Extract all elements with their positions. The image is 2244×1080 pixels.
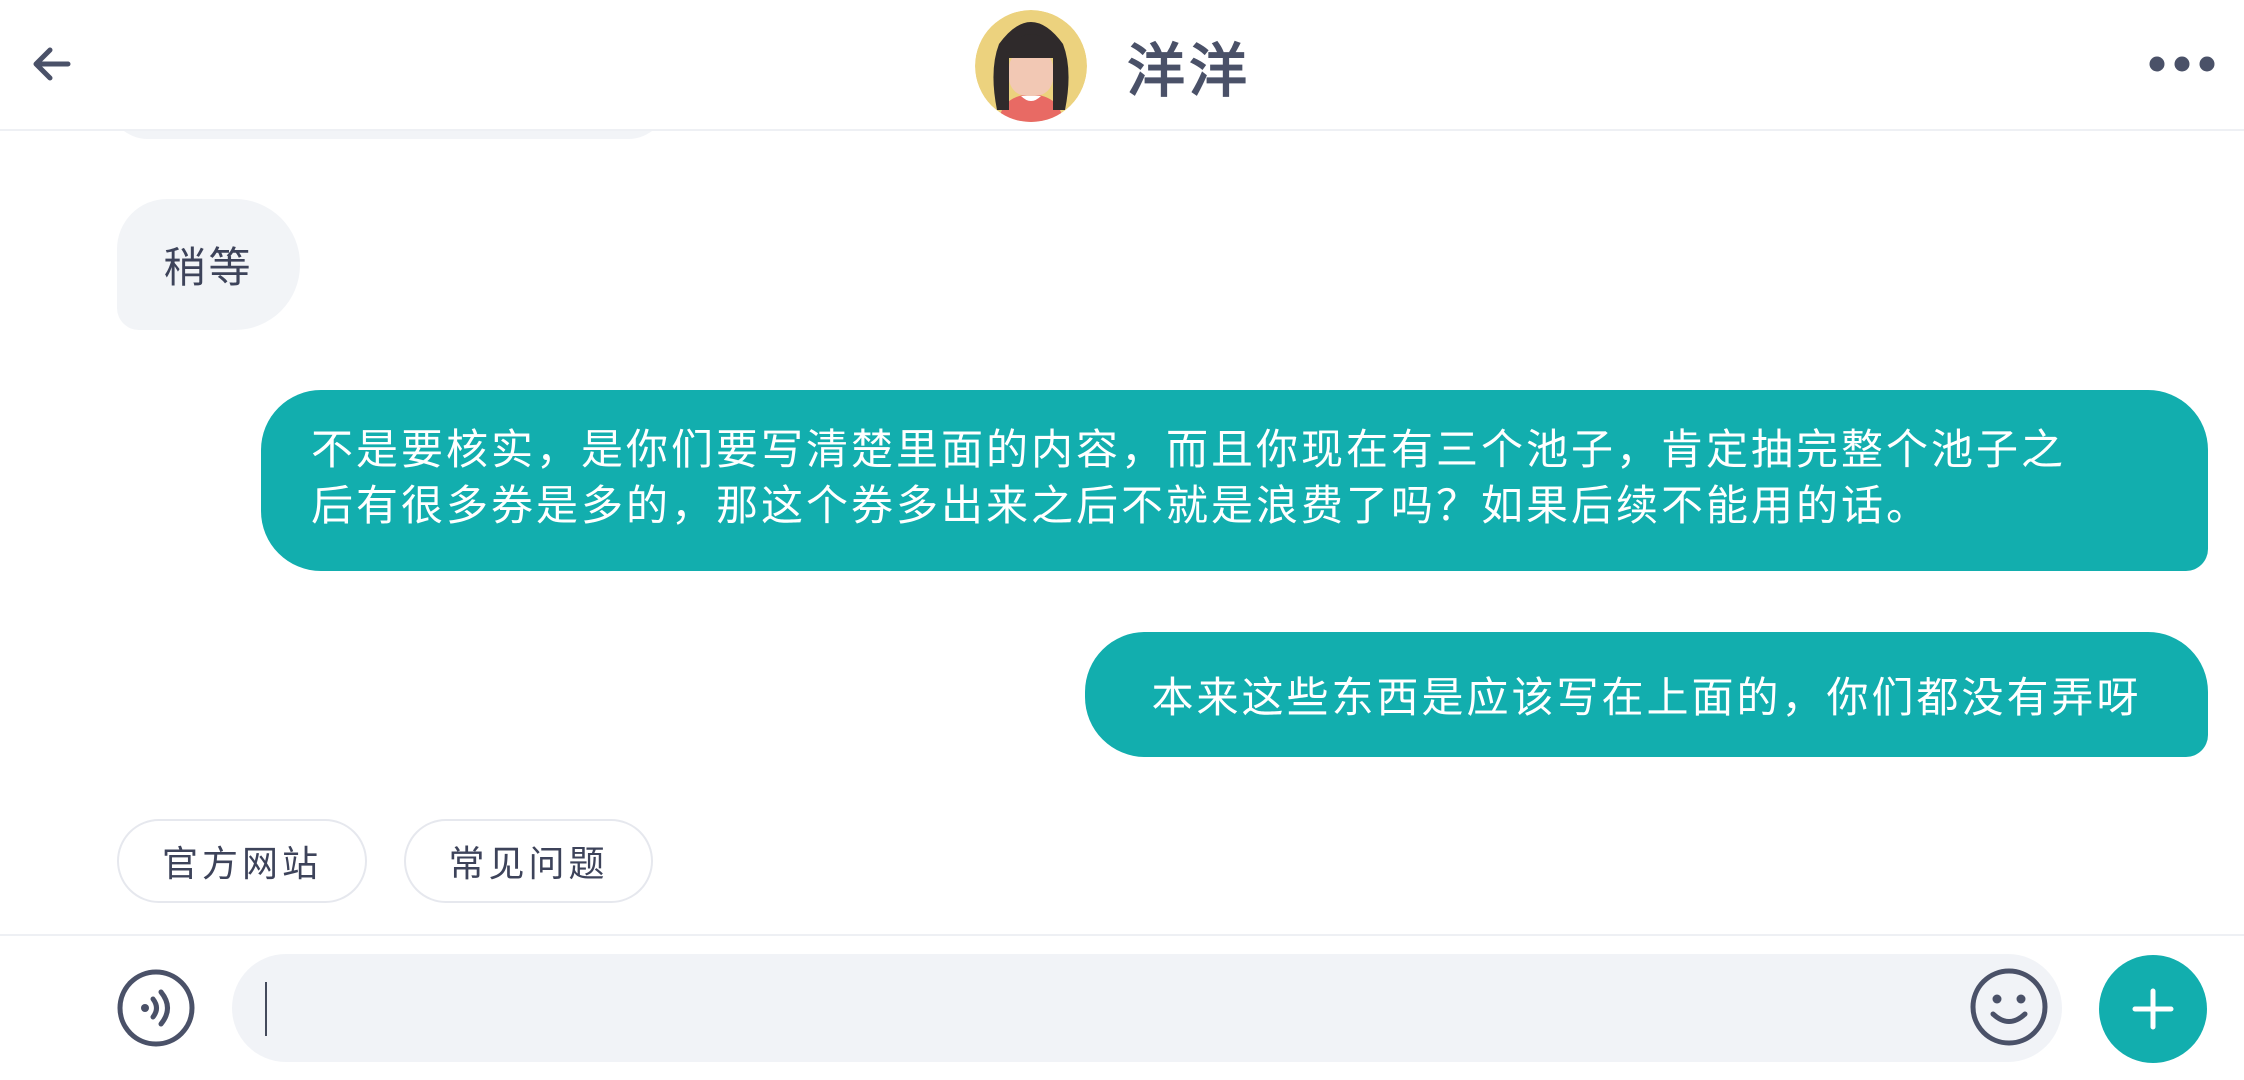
back-button[interactable] — [24, 36, 80, 92]
input-bar — [0, 934, 2244, 1080]
add-button[interactable] — [2099, 955, 2207, 1063]
quick-reply-label: 官方网站 — [161, 844, 322, 885]
outgoing-message[interactable]: 本来这些东西是应该写在上面的，你们都没有弄呀 — [1085, 632, 2208, 757]
more-button[interactable] — [2146, 44, 2218, 84]
contact-name: 洋洋 — [1127, 37, 1252, 105]
message-text: 本来这些东西是应该写在上面的，你们都没有弄呀 — [1151, 673, 2142, 722]
emoji-button[interactable] — [1969, 967, 2049, 1047]
emoji-icon — [1970, 968, 2048, 1046]
voice-icon — [117, 969, 195, 1047]
chat-screen: 洋洋 稍等 不是要核实，是你们要写清楚里面的内容，而且你现在有三个池子，肯定抽完… — [0, 0, 2244, 1080]
more-horizontal-icon — [2149, 56, 2215, 72]
message-list[interactable]: 稍等 不是要核实，是你们要写清楚里面的内容，而且你现在有三个池子，肯定抽完整个池… — [0, 131, 2244, 934]
message-text-line: 不是要核实，是你们要写清楚里面的内容，而且你现在有三个池子，肯定抽完整个池子之 — [311, 425, 2067, 474]
chat-header: 洋洋 — [0, 0, 2244, 131]
avatar[interactable] — [975, 10, 1087, 122]
message-text: 稍等 — [163, 243, 254, 292]
arrow-left-icon — [33, 47, 71, 81]
outgoing-message[interactable]: 不是要核实，是你们要写清楚里面的内容，而且你现在有三个池子，肯定抽完整个池子之 … — [261, 390, 2208, 571]
voice-button[interactable] — [116, 968, 196, 1048]
chat-title: 洋洋 — [975, 10, 1251, 122]
message-input[interactable] — [232, 954, 2062, 1062]
quick-reply-label: 常见问题 — [448, 844, 609, 885]
message-text-line: 后有很多券是多的，那这个券多出来之后不就是浪费了吗？如果后续不能用的话。 — [311, 481, 1932, 530]
text-caret — [265, 982, 267, 1036]
incoming-message[interactable]: 稍等 — [117, 199, 300, 330]
previous-message-bubble — [108, 131, 668, 139]
plus-icon — [2132, 988, 2174, 1030]
quick-reply-official-website[interactable]: 官方网站 — [117, 819, 367, 903]
quick-reply-faq[interactable]: 常见问题 — [404, 819, 653, 903]
